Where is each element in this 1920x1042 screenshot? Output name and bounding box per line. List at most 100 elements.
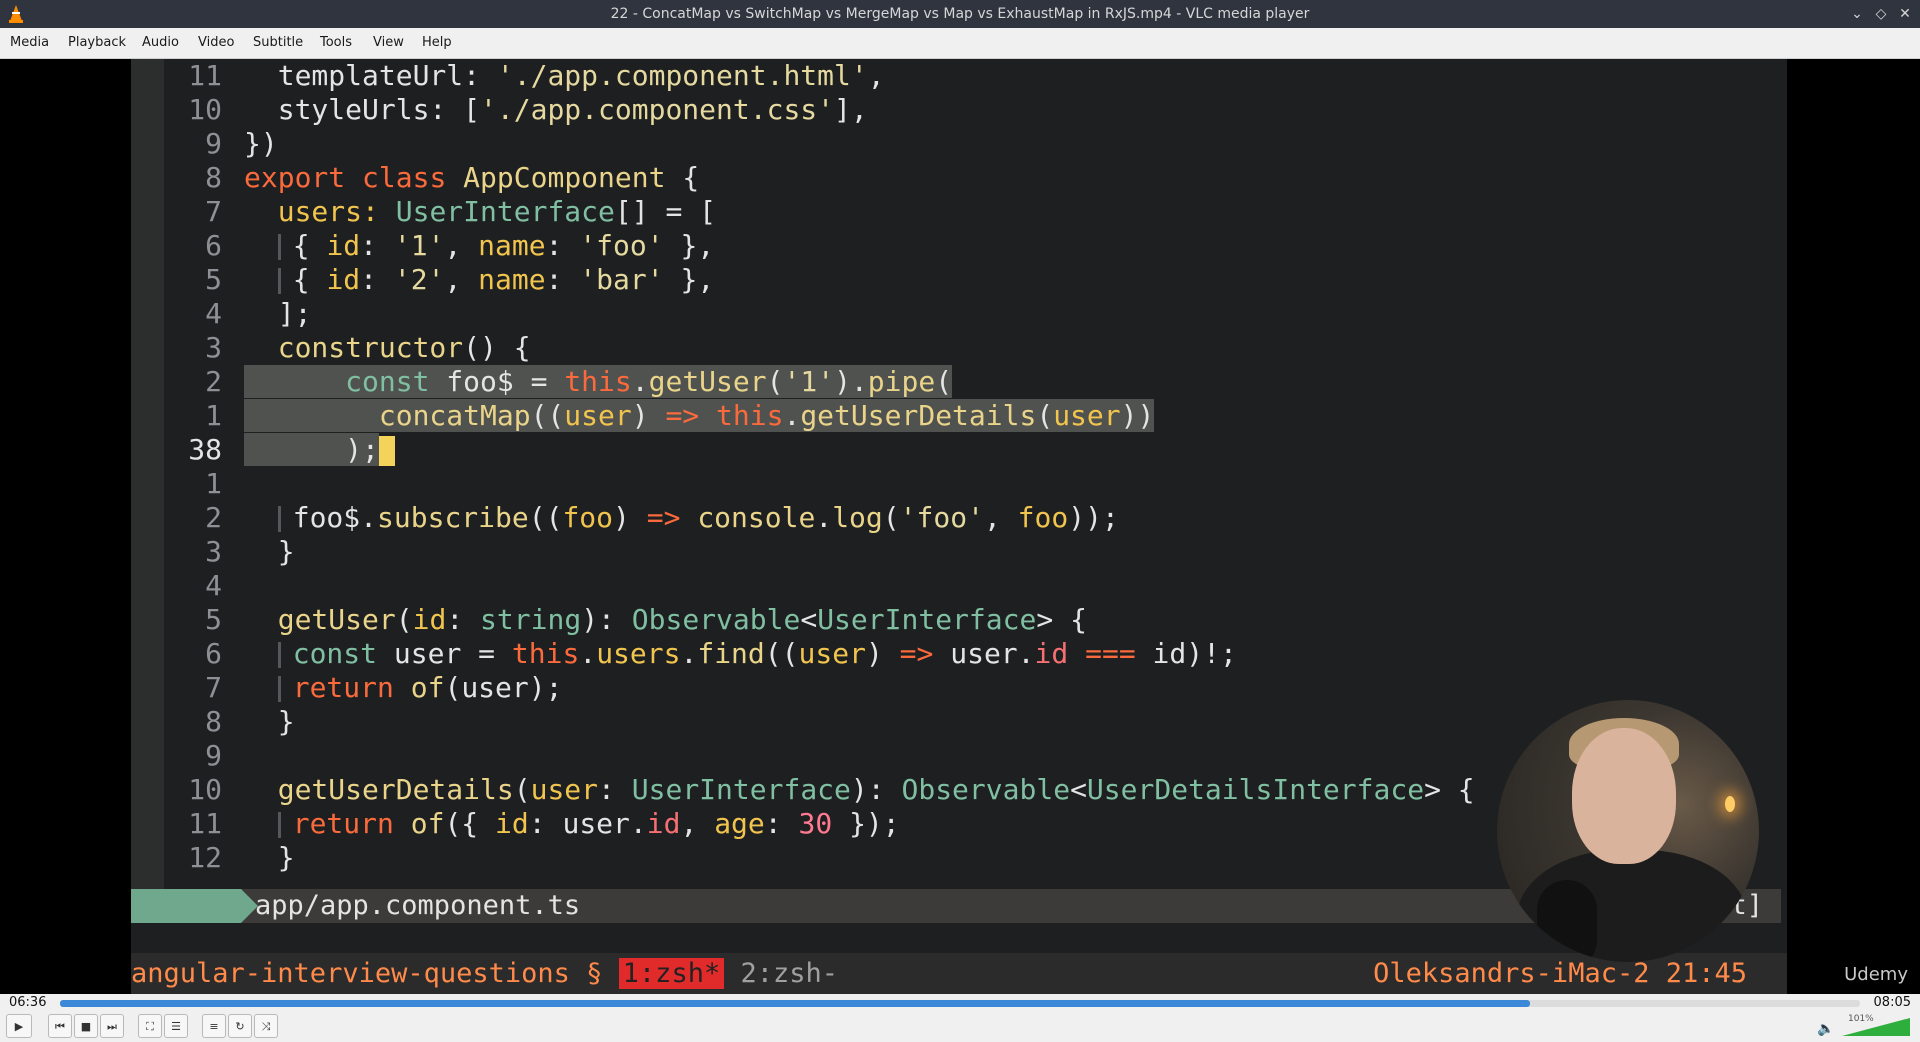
menu-help[interactable]: Help: [420, 28, 454, 58]
line-number: 7: [205, 671, 222, 704]
code-token: (: [444, 671, 462, 704]
code-token: name: [478, 229, 546, 262]
selected-text: const foo$ = this.getUser('1').pipe(: [244, 365, 953, 398]
code-token: const: [292, 637, 378, 670]
line-number: 2: [205, 365, 222, 398]
shuffle-button[interactable]: ⤨: [254, 1014, 278, 1038]
minimize-icon[interactable]: ⌄: [1848, 5, 1866, 23]
menu-media[interactable]: Media: [8, 28, 51, 58]
menu-view[interactable]: View: [371, 28, 406, 58]
maximize-icon[interactable]: ◇: [1872, 5, 1890, 23]
stop-button[interactable]: ■: [74, 1014, 98, 1038]
code-token: foo: [1017, 501, 1069, 534]
code-token: users:: [277, 195, 396, 228]
code-token: =>: [899, 637, 934, 670]
code-token: concatMap: [378, 399, 531, 432]
line-number: 4: [205, 297, 222, 330]
menu-video[interactable]: Video: [196, 28, 236, 58]
line-number: 2: [205, 501, 222, 534]
code-token: .: [680, 637, 698, 670]
code-token: );: [528, 671, 563, 704]
code-token: user: [530, 773, 599, 806]
code-token: });: [832, 807, 900, 840]
code-token: (: [1036, 399, 1054, 432]
code-token: :: [545, 263, 580, 296]
code-token: (: [766, 365, 784, 398]
code-token: return: [292, 807, 394, 840]
code-token: getUser: [277, 603, 396, 636]
line-number: 3: [205, 331, 222, 364]
code-token: console: [697, 501, 816, 534]
indent-guide: [277, 676, 281, 702]
code-token: :: [360, 229, 394, 262]
code-token: ).: [834, 365, 868, 398]
code-token: id: [646, 807, 681, 840]
code-token: .: [1017, 637, 1035, 670]
extended-settings-button[interactable]: ☰: [164, 1014, 188, 1038]
code-line: 7 return of(user);: [164, 671, 1764, 705]
code-token: (: [395, 603, 413, 636]
loop-button[interactable]: ↻: [228, 1014, 252, 1038]
seek-progress: [60, 1000, 1530, 1007]
code-token: this: [716, 399, 784, 432]
menu-playback[interactable]: Playback: [66, 28, 128, 58]
mode-indicator: [131, 889, 258, 923]
code-line: 38 );: [164, 433, 1764, 467]
tmux-inactive-window: 2:zsh-: [724, 958, 839, 989]
line-number: 10: [188, 93, 222, 126]
title-bar: 22 - ConcatMap vs SwitchMap vs MergeMap …: [0, 0, 1920, 28]
code-token: }: [277, 841, 295, 874]
code-token: id: [412, 603, 447, 636]
code-token: ));: [1068, 501, 1119, 534]
code-token: ,: [680, 807, 715, 840]
code-token: find: [697, 637, 765, 670]
code-line: 6 const user = this.users.find((user) =>…: [164, 637, 1764, 671]
code-line: 3 constructor() {: [164, 331, 1764, 365]
code-token: > {: [1036, 603, 1087, 636]
code-token: '2': [393, 263, 445, 296]
playlist-button[interactable]: ≡: [202, 1014, 226, 1038]
line-number: 9: [205, 739, 222, 772]
code-token: },: [663, 229, 715, 262]
code-token: ,: [444, 229, 479, 262]
line-number: 1: [205, 399, 222, 432]
code-token: log: [832, 501, 883, 534]
menu-audio[interactable]: Audio: [140, 28, 181, 58]
menu-subtitle[interactable]: Subtitle: [251, 28, 305, 58]
next-button[interactable]: ⏭: [100, 1014, 124, 1038]
code-token: }): [244, 127, 278, 160]
play-button[interactable]: ▶: [6, 1014, 32, 1038]
indent-guide: [277, 506, 281, 532]
previous-button[interactable]: ⏮: [48, 1014, 72, 1038]
code-token: :: [446, 603, 481, 636]
code-token: user: [950, 637, 1018, 670]
close-icon[interactable]: ✕: [1896, 5, 1914, 23]
fullscreen-button[interactable]: ⛶: [138, 1014, 162, 1038]
code-token: getUserDetails: [800, 399, 1037, 432]
seek-bar[interactable]: [60, 1000, 1860, 1007]
total-time[interactable]: 08:05: [1874, 994, 1911, 1012]
speaker-icon[interactable]: 🔈: [1817, 1021, 1834, 1037]
code-token: id: [495, 807, 529, 840]
video-area[interactable]: 11 templateUrl: './app.component.html', …: [0, 59, 1920, 994]
menu-bar: Media Playback Audio Video Subtitle Tool…: [0, 28, 1920, 59]
selected-text: concatMap((user) => this.getUserDetails(…: [244, 399, 1155, 432]
code-token: ((: [528, 501, 563, 534]
menu-tools[interactable]: Tools: [318, 28, 354, 58]
code-token: styleUrls: [: [277, 93, 481, 126]
code-token: :: [598, 773, 632, 806]
code-token: () {: [463, 331, 531, 364]
code-token: .: [579, 637, 597, 670]
elapsed-time[interactable]: 06:36: [9, 994, 46, 1012]
volume-slider[interactable]: [1842, 1016, 1910, 1036]
code-token: ): [865, 637, 900, 670]
code-token: ):: [581, 603, 632, 636]
code-token: foo$ =: [429, 365, 565, 398]
code-token: =>: [646, 501, 681, 534]
microphone-icon: [1537, 880, 1597, 962]
code-token: id: [1152, 637, 1187, 670]
code-token: templateUrl:: [277, 59, 497, 92]
